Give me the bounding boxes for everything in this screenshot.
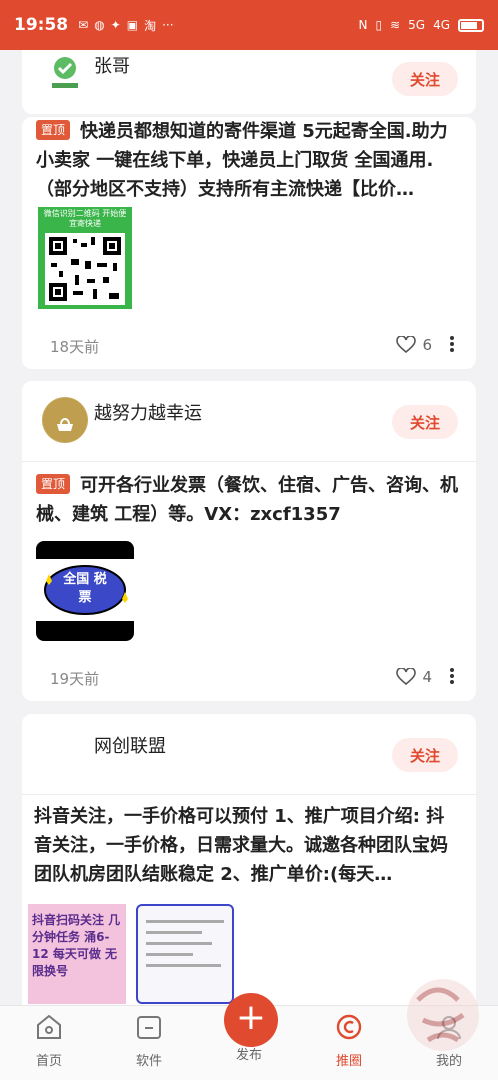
post-text[interactable]: 置顶 快递员都想知道的寄件渠道 5元起寄全国.助力小卖家 一键在线下单，快递员上门… (36, 117, 458, 204)
screenshot-line (146, 920, 224, 923)
vibrate-icon: ▯ (375, 18, 383, 32)
post-time: 19天前 (50, 670, 100, 688)
post-image-tax[interactable]: 全国 税票 (36, 541, 134, 641)
app-icon: ✦ (110, 18, 121, 32)
signal-4g-icon: 4G (433, 18, 450, 32)
author-name[interactable]: 网创联盟 (94, 732, 166, 758)
avatar-logo-icon (43, 398, 87, 442)
nav-home[interactable]: 首页 (14, 1012, 84, 1069)
post-image-qrcode[interactable]: 微信识别二维码 开始便宜寄快递 (38, 207, 132, 309)
post-card[interactable]: 张哥 关注 (22, 50, 476, 114)
post-card[interactable]: 置顶 快递员都想知道的寄件渠道 5元起寄全国.助力小卖家 一键在线下单，快递员上门… (22, 117, 476, 369)
post-time: 18天前 (50, 338, 100, 356)
like-count: 6 (422, 336, 432, 354)
more-options-icon[interactable] (450, 334, 456, 354)
status-time: 19:58 (14, 15, 69, 35)
notification-icons: ✉ ◍ ✦ ▣ 淘 ··· (78, 17, 173, 34)
avatar[interactable] (42, 397, 88, 443)
promo-caption: 抖音扫码关注 几分钟任务 涌6-12 每天可做 无限换号 (32, 913, 121, 978)
divider (22, 794, 476, 795)
nav-circle-label: 推圈 (335, 1054, 362, 1069)
pinned-badge: 置顶 (36, 474, 71, 494)
wechat-icon: ◍ (94, 18, 105, 32)
status-right: N ▯ ≋ 5G 4G (358, 18, 484, 32)
post-image-screenshot[interactable] (136, 904, 234, 1004)
tax-badge-caption: 全国 税票 (63, 572, 107, 605)
post-card[interactable]: 越努力越幸运 关注 置顶 可开各行业发票（餐饮、住宿、广告、咨询、机械、建筑 工程… (22, 381, 476, 701)
folder-icon (137, 1016, 161, 1039)
home-icon (37, 1014, 61, 1039)
post-text[interactable]: 置顶 可开各行业发票（餐饮、住宿、广告、咨询、机械、建筑 工程）等。VX：zxcf… (36, 471, 458, 529)
taobao-icon: 淘 (144, 18, 157, 33)
battery-icon (458, 18, 484, 32)
follow-button[interactable]: 关注 (392, 738, 458, 772)
pinned-badge: 置顶 (36, 120, 71, 140)
publish-button[interactable]: + (224, 993, 278, 1047)
qrcode-icon (45, 233, 125, 305)
post-image-promo[interactable]: 抖音扫码关注 几分钟任务 涌6-12 每天可做 无限换号 (28, 904, 126, 1004)
screenshot-line (146, 964, 222, 967)
status-bar: 19:58 ✉ ◍ ✦ ▣ 淘 ··· N ▯ ≋ 5G 4G (0, 0, 498, 50)
post-content: 可开各行业发票（餐饮、住宿、广告、咨询、机械、建筑 工程）等。VX：zxcf13… (36, 475, 459, 525)
post-card[interactable]: 网创联盟 关注 抖音关注，一手价格可以预付 1、推广项目介绍: 抖音关注，一手价… (22, 714, 476, 1005)
card-header: 越努力越幸运 关注 (22, 381, 476, 447)
screenshot-line (146, 953, 193, 956)
like-button[interactable]: 4 (396, 668, 432, 686)
nav-software[interactable]: 软件 (114, 1012, 184, 1069)
more-options-icon[interactable] (450, 666, 456, 686)
nav-home-label: 首页 (35, 1054, 62, 1069)
like-count: 4 (422, 668, 432, 686)
post-feed[interactable]: 张哥 关注 置顶 快递员都想知道的寄件渠道 5元起寄全国.助力小卖家 一键在线下单… (0, 50, 498, 1005)
browser-icon: ▣ (126, 18, 139, 32)
more-notifications: ··· (162, 18, 174, 32)
nfc-icon: N (358, 18, 368, 32)
nav-software-label: 软件 (135, 1054, 162, 1069)
avatar[interactable] (42, 730, 88, 776)
signal-5g-icon: 5G (408, 18, 426, 32)
sms-icon: ✉ (78, 18, 89, 32)
qrcode-caption: 微信识别二维码 开始便宜寄快递 (43, 209, 127, 228)
divider (22, 461, 476, 462)
card-header: 网创联盟 关注 (22, 714, 476, 780)
post-text[interactable]: 抖音关注，一手价格可以预付 1、推广项目介绍: 抖音关注，一手价格，日需求量大。… (34, 802, 458, 889)
plus-icon: + (235, 997, 267, 1038)
heart-icon (396, 336, 417, 354)
heart-icon (396, 668, 417, 686)
wifi-icon: ≋ (390, 18, 401, 32)
follow-button[interactable]: 关注 (392, 405, 458, 439)
watermark-logo-icon (407, 979, 479, 1051)
like-button[interactable]: 6 (396, 336, 432, 354)
screenshot-line (146, 931, 203, 934)
follow-button[interactable]: 关注 (392, 62, 458, 96)
post-content: 快递员都想知道的寄件渠道 5元起寄全国.助力小卖家 一键在线下单，快递员上门取货… (36, 121, 448, 200)
screenshot-line (146, 942, 212, 945)
nav-circle[interactable]: 推圈 (314, 1012, 384, 1069)
author-name[interactable]: 张哥 (94, 52, 130, 78)
circle-icon (336, 1014, 362, 1040)
author-name[interactable]: 越努力越幸运 (94, 399, 202, 425)
avatar-logo-icon (52, 57, 78, 88)
avatar[interactable] (42, 50, 88, 94)
